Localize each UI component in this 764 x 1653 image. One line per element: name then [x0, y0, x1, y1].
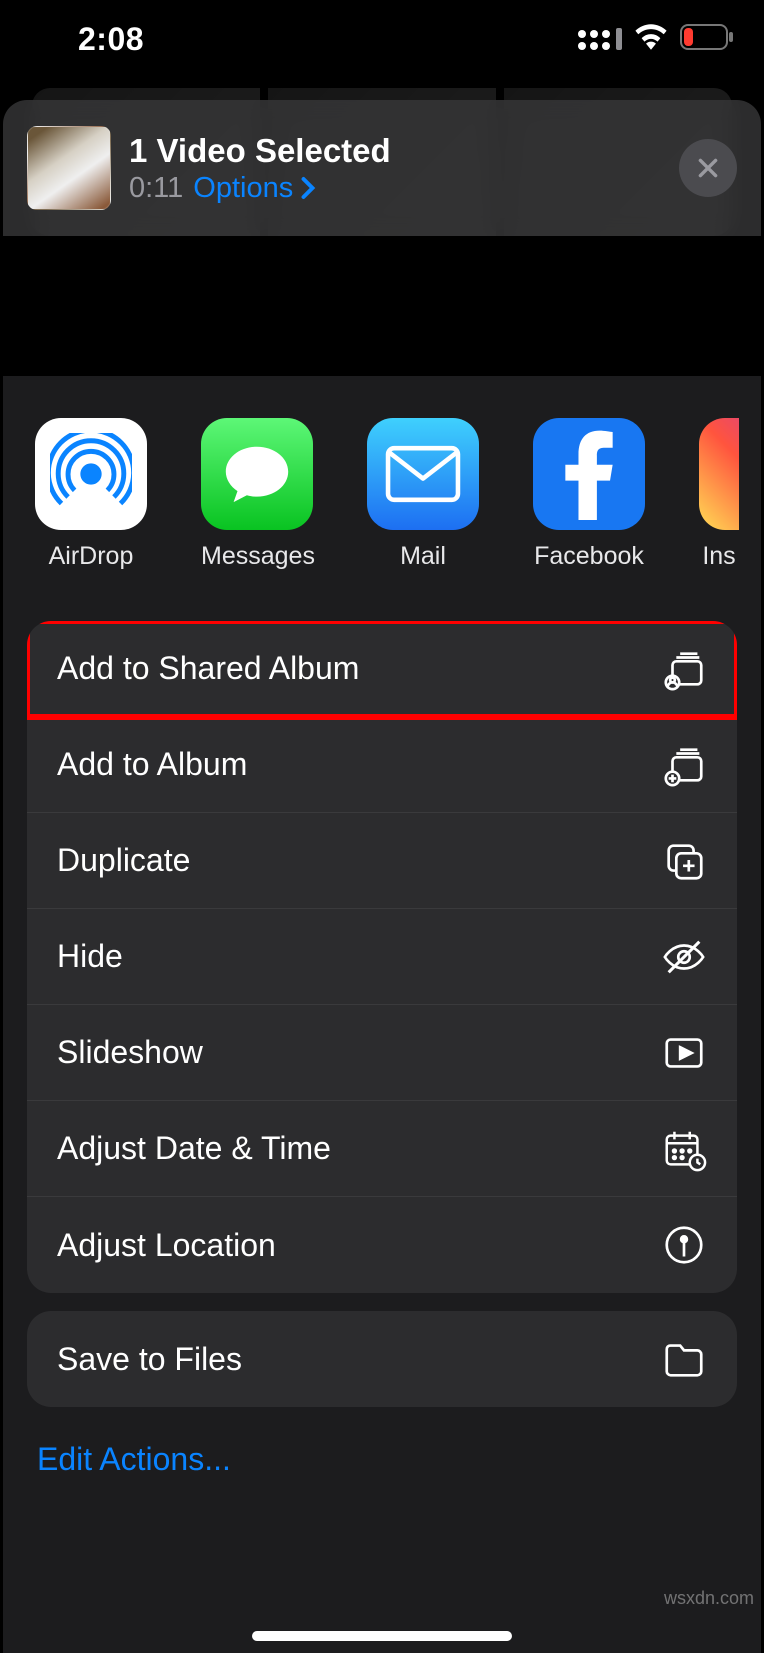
video-duration: 0:11 [129, 172, 183, 205]
location-icon [661, 1222, 707, 1268]
share-sheet: 1 Video Selected 0:11 Options AirDrop [3, 100, 761, 1653]
action-hide[interactable]: Hide [27, 909, 737, 1005]
battery-icon [680, 24, 734, 55]
duplicate-icon [661, 838, 707, 884]
close-icon [695, 155, 721, 181]
share-apps-row[interactable]: AirDrop Messages Mail Facebook [3, 418, 761, 571]
app-label: Mail [367, 542, 479, 571]
action-group-secondary: Save to Files [27, 1311, 737, 1407]
action-adjust-location[interactable]: Adjust Location [27, 1197, 737, 1293]
chevron-right-icon [299, 176, 317, 200]
mail-icon [367, 418, 479, 530]
edit-actions-button[interactable]: Edit Actions... [27, 1425, 737, 1478]
action-add-shared-album[interactable]: Add to Shared Album [27, 621, 737, 717]
home-indicator[interactable] [252, 1631, 512, 1641]
share-app-messages[interactable]: Messages [201, 418, 313, 571]
shared-album-icon [661, 646, 707, 692]
app-label: Ins [699, 542, 739, 571]
action-save-to-files[interactable]: Save to Files [27, 1311, 737, 1407]
cellular-icon [578, 28, 622, 50]
album-add-icon [661, 742, 707, 788]
calendar-clock-icon [661, 1126, 707, 1172]
close-button[interactable] [679, 139, 737, 197]
share-app-mail[interactable]: Mail [367, 418, 479, 571]
status-time: 2:08 [78, 21, 144, 58]
app-label: Messages [201, 542, 313, 571]
options-button[interactable]: Options [193, 172, 317, 205]
airdrop-icon [35, 418, 147, 530]
hide-icon [661, 934, 707, 980]
folder-icon [661, 1336, 707, 1382]
video-thumbnail[interactable] [27, 126, 111, 210]
app-label: AirDrop [35, 542, 147, 571]
sheet-spacer [3, 236, 761, 376]
status-right [578, 24, 734, 55]
action-add-album[interactable]: Add to Album [27, 717, 737, 813]
messages-icon [201, 418, 313, 530]
share-app-facebook[interactable]: Facebook [533, 418, 645, 571]
share-panel: AirDrop Messages Mail Facebook [3, 376, 761, 1653]
action-group-main: Add to Shared Album Add to Album Duplica… [27, 621, 737, 1293]
action-slideshow[interactable]: Slideshow [27, 1005, 737, 1101]
watermark: wsxdn.com [664, 1588, 754, 1609]
share-app-airdrop[interactable]: AirDrop [35, 418, 147, 571]
share-header: 1 Video Selected 0:11 Options [3, 100, 761, 236]
action-adjust-date-time[interactable]: Adjust Date & Time [27, 1101, 737, 1197]
wifi-icon [634, 24, 668, 55]
action-duplicate[interactable]: Duplicate [27, 813, 737, 909]
facebook-icon [533, 418, 645, 530]
slideshow-icon [661, 1030, 707, 1076]
actions-wrap: Add to Shared Album Add to Album Duplica… [3, 571, 761, 1490]
instagram-icon [699, 418, 739, 530]
share-app-instagram[interactable]: Ins [699, 418, 739, 571]
status-bar: 2:08 [0, 0, 764, 88]
selection-title: 1 Video Selected [129, 132, 679, 170]
app-label: Facebook [533, 542, 645, 571]
